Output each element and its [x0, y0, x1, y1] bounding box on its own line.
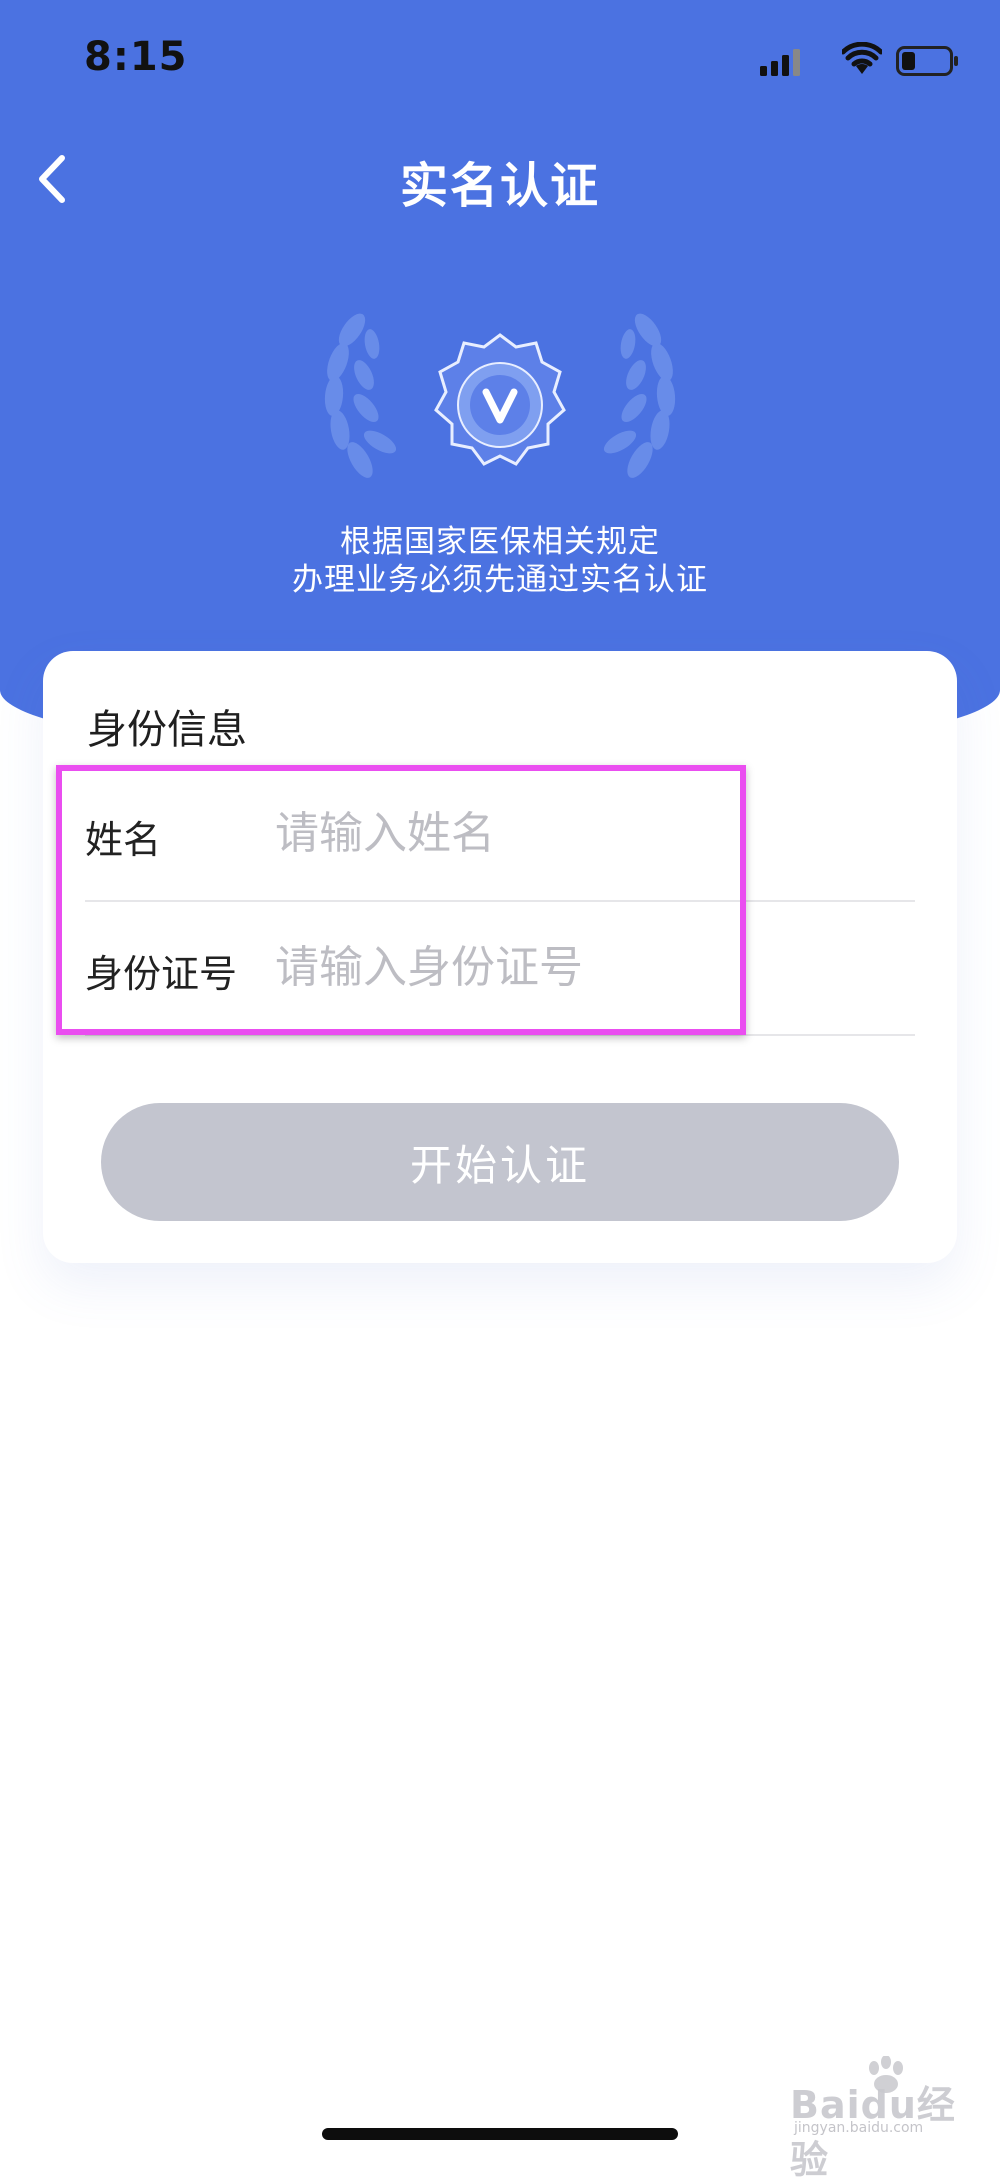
- highlight-annotation-box: [56, 765, 746, 1035]
- navigation-bar: 实名认证: [0, 120, 1000, 230]
- watermark: Baidu经验 jingyan.baidu.com: [760, 2056, 960, 2182]
- verified-badge-icon: [320, 280, 680, 500]
- page-title: 实名认证: [399, 158, 600, 214]
- battery-icon: [896, 46, 958, 76]
- section-title: 身份信息: [87, 707, 247, 753]
- start-verification-button[interactable]: 开始认证: [101, 1103, 899, 1221]
- watermark-url: jingyan.baidu.com: [794, 2120, 924, 2136]
- status-time: 8:15: [84, 34, 188, 80]
- notice-line-2: 办理业务必须先通过实名认证: [292, 562, 708, 598]
- status-bar: 8:15: [0, 0, 1000, 120]
- home-indicator[interactable]: [322, 2128, 678, 2140]
- wifi-icon: [842, 42, 882, 74]
